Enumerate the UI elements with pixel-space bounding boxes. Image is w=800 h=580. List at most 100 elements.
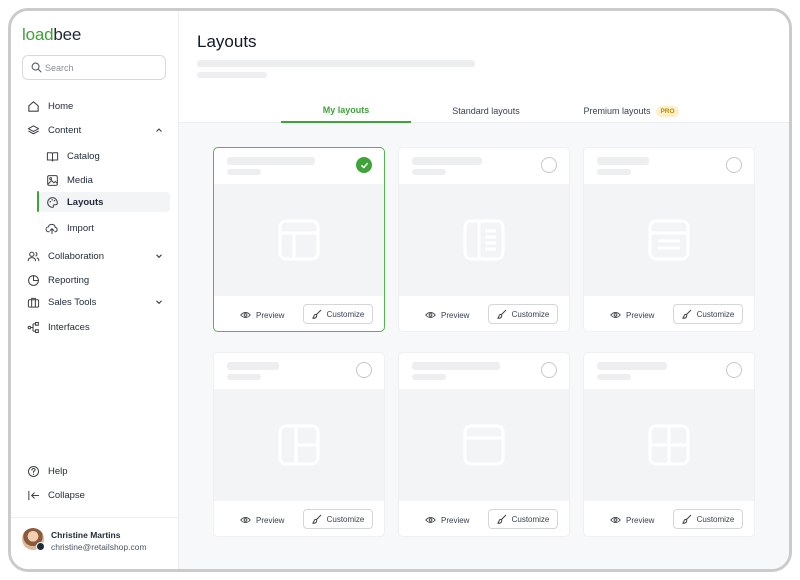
layout-select-radio[interactable] — [726, 362, 742, 378]
brush-icon — [311, 514, 321, 524]
eye-icon — [610, 516, 621, 524]
brand-logo-part2: bee — [53, 25, 82, 44]
layout-card[interactable]: Preview Customize — [398, 147, 570, 332]
header-skeleton-line — [197, 60, 475, 67]
main-content: Layouts My layouts Standard layouts Prem… — [179, 11, 789, 569]
layout-card[interactable]: Preview Customize — [583, 352, 755, 537]
eye-icon — [425, 311, 436, 319]
sidebar-item-label: Media — [67, 174, 93, 186]
home-icon — [26, 99, 40, 113]
tab-my-layouts[interactable]: My layouts — [281, 99, 411, 123]
layout-select-radio[interactable] — [541, 362, 557, 378]
sidebar-item-label: Collapse — [48, 489, 85, 501]
sidebar-item-interfaces[interactable]: Interfaces — [26, 317, 164, 337]
preview-button[interactable]: Preview — [240, 510, 284, 530]
preview-button-label: Preview — [256, 310, 285, 320]
sidebar-item-label: Interfaces — [48, 321, 90, 333]
network-icon — [26, 320, 40, 334]
sidebar-item-content[interactable]: Content — [26, 120, 164, 140]
tab-premium-layouts[interactable]: Premium layouts PRO — [561, 99, 701, 123]
sidebar-item-layouts[interactable]: Layouts — [39, 192, 170, 212]
customize-button-label: Customize — [326, 514, 365, 524]
preview-button[interactable]: Preview — [610, 510, 654, 530]
sidebar-item-catalog[interactable]: Catalog — [45, 146, 165, 166]
layout-select-radio[interactable] — [541, 157, 557, 173]
card-skeleton-title — [412, 362, 500, 370]
sidebar-item-label: Catalog — [67, 150, 100, 162]
sidebar-item-collaboration[interactable]: Collaboration — [26, 246, 164, 266]
customize-button[interactable]: Customize — [488, 304, 558, 324]
preview-button[interactable]: Preview — [425, 305, 469, 325]
customize-button[interactable]: Customize — [303, 304, 373, 324]
layout-tabs: My layouts Standard layouts Premium layo… — [179, 99, 789, 123]
preview-button[interactable]: Preview — [425, 510, 469, 530]
brush-icon — [681, 309, 691, 319]
layout-preview — [584, 184, 754, 296]
sidebar-item-label: Reporting — [48, 274, 90, 286]
eye-icon — [425, 516, 436, 524]
header-skeleton-line — [197, 72, 267, 78]
tab-standard-layouts[interactable]: Standard layouts — [421, 99, 551, 123]
card-skeleton-title — [597, 362, 667, 370]
customize-button-label: Customize — [511, 309, 550, 319]
preview-button-label: Preview — [441, 515, 470, 525]
card-actions: Preview Customize — [399, 296, 569, 331]
tab-label: My layouts — [322, 105, 370, 115]
palette-icon — [45, 195, 59, 209]
preview-button[interactable]: Preview — [240, 305, 284, 325]
help-icon — [26, 464, 40, 478]
customize-button[interactable]: Customize — [488, 509, 558, 529]
sidebar-item-label: Collaboration — [48, 250, 104, 262]
customize-button-label: Customize — [696, 514, 735, 524]
layout-card[interactable]: Preview Customize — [398, 352, 570, 537]
sidebar-item-sales-tools[interactable]: Sales Tools — [26, 292, 164, 312]
user-email: christine@retailshop.com — [51, 542, 147, 552]
layout-four-grid-icon — [648, 424, 690, 466]
sidebar-item-media[interactable]: Media — [45, 170, 165, 190]
sidebar-item-home[interactable]: Home — [26, 96, 164, 116]
briefcase-icon — [26, 295, 40, 309]
sidebar: loadbee Home Content Catalog Media — [11, 11, 179, 569]
eye-icon — [240, 311, 251, 319]
customize-button[interactable]: Customize — [673, 509, 743, 529]
brush-icon — [311, 309, 321, 319]
sidebar-item-reporting[interactable]: Reporting — [26, 270, 164, 290]
search-input[interactable] — [45, 56, 163, 79]
card-skeleton-subtitle — [597, 374, 631, 380]
preview-button-label: Preview — [626, 310, 655, 320]
customize-button[interactable]: Customize — [673, 304, 743, 324]
brand-logo[interactable]: loadbee — [22, 25, 81, 45]
layout-card[interactable]: Preview Customize — [213, 352, 385, 537]
preview-button[interactable]: Preview — [610, 305, 654, 325]
tab-label: Premium layouts — [583, 106, 651, 116]
layout-preview — [399, 184, 569, 296]
customize-button-label: Customize — [326, 309, 365, 319]
layout-card[interactable]: Preview Customize — [583, 147, 755, 332]
pie-chart-icon — [26, 273, 40, 287]
layout-card[interactable]: Preview Customize — [213, 147, 385, 332]
sidebar-item-import[interactable]: Import — [45, 218, 165, 238]
sidebar-collapse-button[interactable]: Collapse — [26, 485, 164, 505]
card-skeleton-title — [412, 157, 482, 165]
user-profile[interactable]: Christine Martins christine@retailshop.c… — [22, 528, 172, 554]
brush-icon — [496, 309, 506, 319]
page-header: Layouts My layouts Standard layouts Prem… — [179, 11, 789, 123]
customize-button-label: Customize — [511, 514, 550, 524]
preview-button-label: Preview — [256, 515, 285, 525]
card-actions: Preview Customize — [214, 296, 384, 331]
layout-select-radio[interactable] — [726, 157, 742, 173]
brush-icon — [496, 514, 506, 524]
card-skeleton-subtitle — [412, 374, 446, 380]
user-name: Christine Martins — [51, 530, 121, 540]
card-skeleton-title — [227, 157, 315, 165]
sidebar-item-label: Import — [67, 222, 94, 234]
image-icon — [45, 173, 59, 187]
search-icon — [31, 62, 42, 73]
sidebar-item-label: Help — [48, 465, 68, 477]
sidebar-item-label: Content — [48, 124, 82, 136]
preview-button-label: Preview — [626, 515, 655, 525]
layout-select-radio[interactable] — [356, 362, 372, 378]
customize-button[interactable]: Customize — [303, 509, 373, 529]
sidebar-item-help[interactable]: Help — [26, 461, 164, 481]
layout-select-radio[interactable] — [356, 157, 372, 173]
